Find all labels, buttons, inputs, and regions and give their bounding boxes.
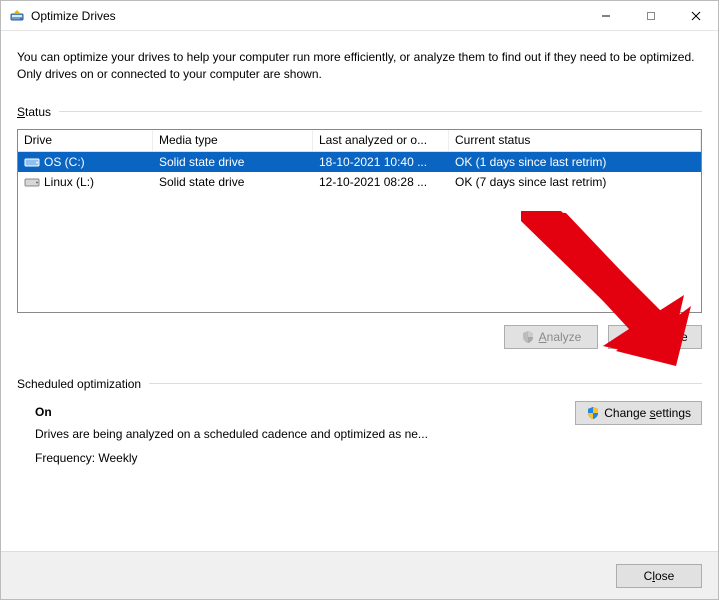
drive-media: Solid state drive	[153, 175, 313, 189]
scheduled-on-label: On	[35, 405, 575, 419]
close-icon	[691, 11, 701, 21]
drive-row[interactable]: Linux (L:) Solid state drive 12-10-2021 …	[18, 172, 701, 192]
maximize-icon	[646, 11, 656, 21]
column-header-last[interactable]: Last analyzed or o...	[313, 130, 449, 151]
maximize-button[interactable]	[628, 1, 673, 30]
minimize-icon	[601, 11, 611, 21]
shield-icon	[521, 330, 535, 344]
minimize-button[interactable]	[583, 1, 628, 30]
dialog-footer: Close	[1, 551, 718, 599]
shield-icon	[622, 330, 636, 344]
shield-icon	[586, 406, 600, 420]
scheduled-frequency: Frequency: Weekly	[35, 451, 575, 465]
drive-last: 18-10-2021 10:40 ...	[313, 155, 449, 169]
scheduled-section-label: Scheduled optimization	[17, 377, 702, 391]
status-section-label: Status	[17, 105, 702, 119]
window-title: Optimize Drives	[31, 9, 116, 23]
titlebar: Optimize Drives	[1, 1, 718, 31]
column-header-media[interactable]: Media type	[153, 130, 313, 151]
drive-name: OS (C:)	[44, 155, 85, 169]
drive-status: OK (1 days since last retrim)	[449, 155, 701, 169]
change-settings-button[interactable]: Change settings	[575, 401, 702, 425]
app-icon	[9, 8, 25, 24]
optimize-drives-window: Optimize Drives You can optimize your dr…	[0, 0, 719, 600]
drive-icon	[24, 176, 40, 188]
close-button[interactable]: Close	[616, 564, 702, 588]
drive-status: OK (7 days since last retrim)	[449, 175, 701, 189]
drives-list-header: Drive Media type Last analyzed or o... C…	[18, 130, 701, 152]
drive-name: Linux (L:)	[44, 175, 94, 189]
window-controls	[583, 1, 718, 30]
scheduled-description: Drives are being analyzed on a scheduled…	[35, 427, 575, 441]
description-text: You can optimize your drives to help you…	[17, 49, 702, 83]
drive-media: Solid state drive	[153, 155, 313, 169]
analyze-button[interactable]: Analyze	[504, 325, 598, 349]
drives-list[interactable]: Drive Media type Last analyzed or o... C…	[17, 129, 702, 313]
drive-row[interactable]: OS (C:) Solid state drive 18-10-2021 10:…	[18, 152, 701, 172]
column-header-status[interactable]: Current status	[449, 130, 701, 151]
column-header-drive[interactable]: Drive	[18, 130, 153, 151]
optimize-button[interactable]: Optimize	[608, 325, 702, 349]
drive-icon	[24, 156, 40, 168]
drive-last: 12-10-2021 08:28 ...	[313, 175, 449, 189]
close-window-button[interactable]	[673, 1, 718, 30]
